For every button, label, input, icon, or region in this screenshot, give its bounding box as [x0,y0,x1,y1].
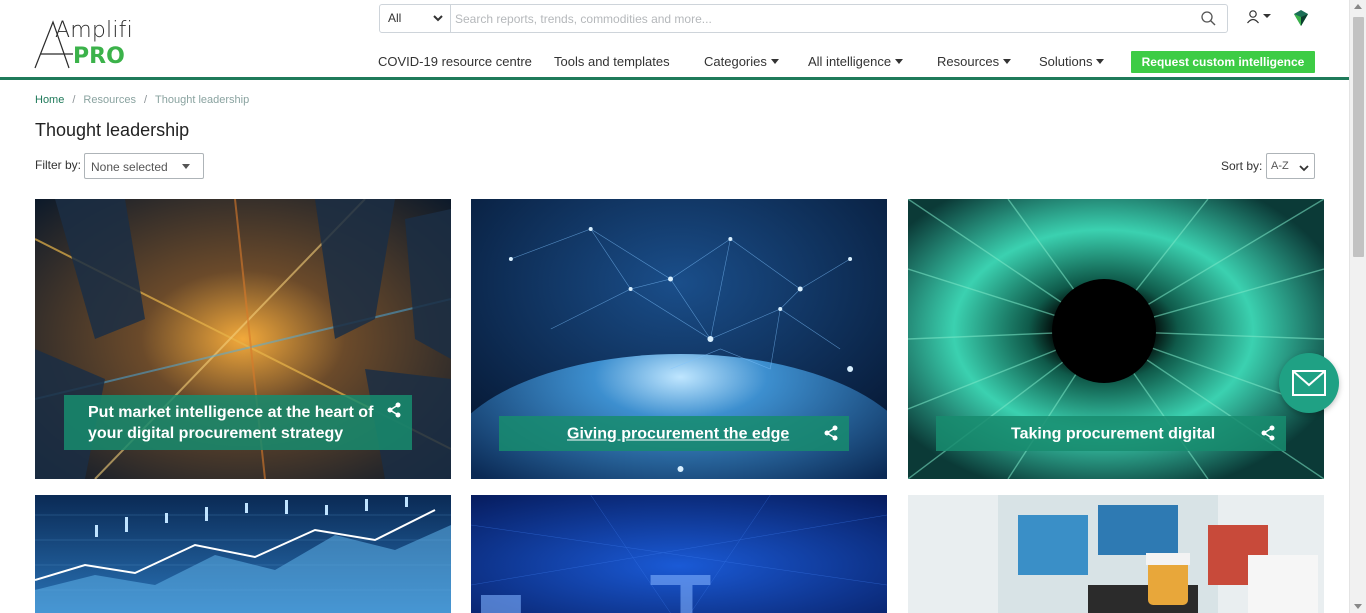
request-custom-intelligence-button[interactable]: Request custom intelligence [1131,51,1315,73]
breadcrumb-resources[interactable]: Resources [83,94,136,106]
logo-text-bottom: PRO [73,44,125,69]
share-icon[interactable] [1260,425,1276,441]
breadcrumb-separator: / [143,94,148,106]
card-financial-chart[interactable] [35,495,451,613]
breadcrumb-separator: / [72,94,76,106]
caret-down-icon [770,59,779,64]
card-title[interactable]: Giving procurement the edge [567,423,789,444]
search-scope-select[interactable]: All [380,5,451,32]
card-title[interactable]: Taking procurement digital [1011,423,1215,444]
nav-label: COVID-19 resource centre [378,54,532,69]
diamond-shape [1294,10,1308,26]
filter-dropdown[interactable]: None selected [84,153,204,179]
pharmacy-bottles-image [908,495,1324,613]
chevron-down-icon [433,15,443,22]
nav-label: Solutions [1039,54,1093,69]
breadcrumb-home[interactable]: Home [35,94,64,106]
card-title[interactable]: Put market intelligence at the heart of … [88,402,373,444]
nav-resources[interactable]: Resources [937,54,1012,69]
scrollbar-thumb[interactable] [1353,17,1364,257]
scroll-down-icon[interactable] [1354,604,1362,609]
page-scrollbar[interactable] [1349,0,1366,613]
sort-label: Sort by: [1221,159,1263,173]
filter-label: Filter by: [35,158,82,172]
share-icon[interactable] [823,425,839,441]
card-caption: Taking procurement digital [936,416,1286,451]
nav-tools-templates[interactable]: Tools and templates [554,54,670,69]
digital-blue-circuit-image [471,495,887,613]
caret-down-icon [1003,59,1012,64]
logo-text-top: Amplifi [55,18,133,43]
nav-covid-resource-centre[interactable]: COVID-19 resource centre [378,54,532,69]
nav-solutions[interactable]: Solutions [1039,54,1105,69]
card-title-line: Put market intelligence at the heart of [88,403,374,421]
page-title: Thought leadership [35,120,190,140]
user-icon [1247,10,1271,24]
contact-mail-button[interactable] [1279,353,1339,413]
nav-label: Categories [704,54,767,69]
scroll-up-icon[interactable] [1354,4,1362,9]
caret-down-icon [895,59,904,64]
search-icon[interactable] [1200,10,1217,27]
card-market-intelligence[interactable]: Put market intelligence at the heart of … [35,199,451,479]
card-taking-procurement-digital[interactable]: Taking procurement digital [908,199,1324,479]
user-menu-button[interactable] [1246,8,1276,28]
amplifi-pro-logo[interactable]: Amplifi PRO [33,16,133,72]
card-caption: Put market intelligence at the heart of … [64,395,412,450]
search-bar: All [379,4,1228,33]
mail-icon [1292,370,1326,396]
sort-dropdown[interactable]: A-Z [1266,153,1315,179]
breadcrumb: Home / Resources / Thought leadership [35,94,249,106]
chevron-down-icon [1299,165,1309,172]
search-scope-value: All [388,11,402,25]
sort-value: A-Z [1271,160,1289,172]
financial-chart-image [35,495,451,613]
caret-down-icon [1096,59,1105,64]
card-caption: Giving procurement the edge [499,416,849,451]
breadcrumb-current: Thought leadership [155,94,250,106]
nav-categories[interactable]: Categories [704,54,779,69]
filter-value: None selected [91,160,168,174]
share-icon[interactable] [386,402,402,418]
nav-label: All intelligence [808,54,892,69]
site-header: Amplifi PRO All COVID-19 re [0,0,1349,80]
diamond-icon[interactable] [1291,8,1311,28]
caret-down-icon [182,164,190,169]
nav-label: Tools and templates [554,54,670,69]
card-title-line: your digital procurement strategy [88,424,344,442]
nav-label: Resources [937,54,1000,69]
card-giving-procurement-edge[interactable]: Giving procurement the edge [471,199,887,479]
card-pharmacy[interactable] [908,495,1324,613]
nav-all-intelligence[interactable]: All intelligence [808,54,904,69]
search-input[interactable] [452,5,1192,32]
card-digital-blue[interactable] [471,495,887,613]
